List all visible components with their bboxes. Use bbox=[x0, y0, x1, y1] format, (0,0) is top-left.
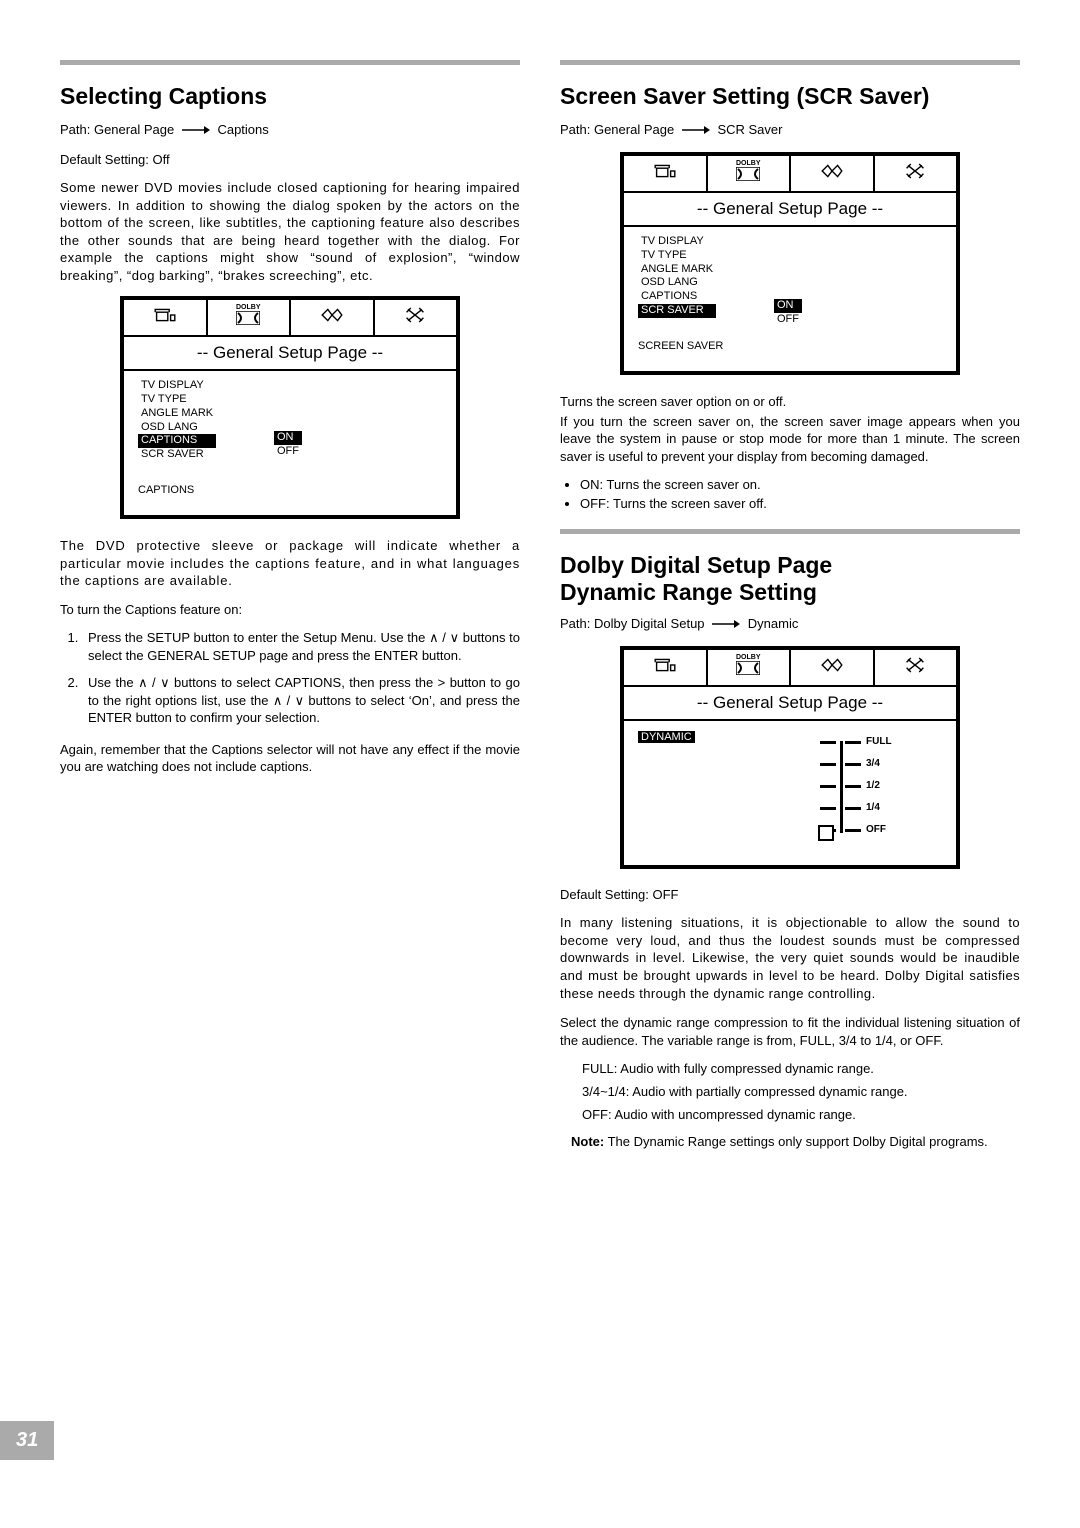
value-on: ON bbox=[274, 431, 302, 445]
path-prefix: Path: General Page bbox=[60, 122, 174, 137]
arrow-icon bbox=[712, 617, 740, 632]
paragraph: The DVD protective sleeve or package wil… bbox=[60, 537, 520, 590]
osd-body: TV DISPLAY TV TYPE ANGLE MARK OSD LANG C… bbox=[624, 227, 956, 371]
step-1: Press the SETUP button to enter the Setu… bbox=[82, 629, 520, 664]
osd-dynamic: DOLBY -- General Setup Page -- DYNAMIC bbox=[620, 646, 960, 869]
intro-paragraph: Some newer DVD movies include closed cap… bbox=[60, 179, 520, 284]
slider-label: 1/2 bbox=[866, 780, 880, 791]
bullet-off: OFF: Turns the screen saver off. bbox=[580, 496, 1020, 511]
paragraph: To turn the Captions feature on: bbox=[60, 602, 520, 617]
osd-tabs: DOLBY bbox=[124, 300, 456, 337]
slider-label: FULL bbox=[866, 736, 892, 747]
path-prefix: Path: General Page bbox=[560, 122, 674, 137]
indent-list: FULL: Audio with fully compressed dynami… bbox=[560, 1061, 1020, 1122]
tab-preference-icon bbox=[875, 650, 957, 685]
right-column: Screen Saver Setting (SCR Saver) Path: G… bbox=[560, 60, 1020, 1460]
bullet-on: ON: Turns the screen saver on. bbox=[580, 477, 1020, 492]
heading-dolby: Dolby Digital Setup PageDynamic Range Se… bbox=[560, 552, 1020, 606]
page-footer: 31 bbox=[0, 1421, 54, 1460]
path-captions: Path: General Page Captions bbox=[60, 122, 520, 138]
tab-general-icon bbox=[624, 650, 708, 685]
bullets: ON: Turns the screen saver on. OFF: Turn… bbox=[560, 477, 1020, 511]
slider-label: OFF bbox=[866, 824, 886, 835]
menu-item: SCR SAVER bbox=[138, 448, 216, 462]
osd-scr-saver: DOLBY -- General Setup Page -- TV DISPLA… bbox=[620, 152, 960, 375]
path-prefix: Path: Dolby Digital Setup bbox=[560, 616, 705, 631]
menu-item: ANGLE MARK bbox=[138, 407, 216, 421]
tab-preference-icon bbox=[375, 300, 457, 335]
path-suffix: Dynamic bbox=[748, 616, 799, 631]
slider-knob bbox=[818, 825, 834, 841]
tab-video-icon bbox=[791, 156, 875, 191]
paragraph: If you turn the screen saver on, the scr… bbox=[560, 413, 1020, 466]
osd-body: TV DISPLAY TV TYPE ANGLE MARK OSD LANG C… bbox=[124, 371, 456, 515]
menu-item: OSD LANG bbox=[138, 421, 216, 435]
arrow-icon bbox=[682, 123, 710, 138]
menu-item: TV TYPE bbox=[638, 249, 716, 263]
path-dynamic: Path: Dolby Digital Setup Dynamic bbox=[560, 616, 1020, 632]
path-suffix: SCR Saver bbox=[717, 122, 782, 137]
menu-item: TV DISPLAY bbox=[138, 379, 216, 393]
menu-item: ANGLE MARK bbox=[638, 263, 716, 277]
path-scr-saver: Path: General Page SCR Saver bbox=[560, 122, 1020, 138]
paragraph: In many listening situations, it is obje… bbox=[560, 914, 1020, 1002]
value-off: OFF bbox=[274, 445, 302, 459]
section-divider bbox=[560, 60, 1020, 65]
section-divider bbox=[60, 60, 520, 65]
indent-item: OFF: Audio with uncompressed dynamic ran… bbox=[582, 1107, 1020, 1122]
default-setting: Default Setting: OFF bbox=[560, 887, 1020, 902]
value-on: ON bbox=[774, 299, 802, 313]
arrow-icon bbox=[182, 123, 210, 138]
dynamic-slider: FULL 3/4 1/2 1/4 OFF bbox=[796, 737, 916, 837]
note: Note: The Dynamic Range settings only su… bbox=[560, 1134, 1020, 1149]
tab-general-icon bbox=[624, 156, 708, 191]
tab-dolby-icon: DOLBY bbox=[208, 300, 292, 335]
osd-captions: DOLBY -- General Setup Page -- TV DISPLA… bbox=[120, 296, 460, 519]
osd-title: -- General Setup Page -- bbox=[624, 193, 956, 227]
menu-item-selected: CAPTIONS bbox=[138, 434, 216, 448]
tab-preference-icon bbox=[875, 156, 957, 191]
osd-footer-label: CAPTIONS bbox=[138, 462, 442, 498]
page-number: 31 bbox=[0, 1421, 54, 1460]
step-2: Use the ∧ / ∨ buttons to select CAPTIONS… bbox=[82, 674, 520, 727]
heading-scr-saver: Screen Saver Setting (SCR Saver) bbox=[560, 83, 1020, 110]
tab-video-icon bbox=[291, 300, 375, 335]
paragraph: Again, remember that the Captions select… bbox=[60, 741, 520, 776]
section-divider bbox=[560, 529, 1020, 534]
value-off: OFF bbox=[774, 313, 802, 327]
menu-item-selected: SCR SAVER bbox=[638, 304, 716, 318]
paragraph: Turns the screen saver option on or off. bbox=[560, 393, 1020, 411]
slider-label: 1/4 bbox=[866, 802, 880, 813]
paragraph: Select the dynamic range compression to … bbox=[560, 1014, 1020, 1049]
osd-body: DYNAMIC FULL 3/4 1/2 1/4 OFF bbox=[624, 721, 956, 865]
menu-item-selected: DYNAMIC bbox=[638, 731, 695, 743]
indent-item: 3/4~1/4: Audio with partially compressed… bbox=[582, 1084, 1020, 1099]
menu-item: OSD LANG bbox=[638, 276, 716, 290]
left-column: Selecting Captions Path: General Page Ca… bbox=[60, 60, 520, 1460]
indent-item: FULL: Audio with fully compressed dynami… bbox=[582, 1061, 1020, 1076]
tab-video-icon bbox=[791, 650, 875, 685]
steps-list: Press the SETUP button to enter the Setu… bbox=[60, 629, 520, 727]
menu-item: TV TYPE bbox=[138, 393, 216, 407]
osd-title: -- General Setup Page -- bbox=[624, 687, 956, 721]
heading-captions: Selecting Captions bbox=[60, 83, 520, 110]
path-suffix: Captions bbox=[217, 122, 268, 137]
osd-tabs: DOLBY bbox=[624, 650, 956, 687]
tab-dolby-icon: DOLBY bbox=[708, 156, 792, 191]
menu-item: CAPTIONS bbox=[638, 290, 716, 304]
default-setting: Default Setting: Off bbox=[60, 152, 520, 167]
tab-dolby-icon: DOLBY bbox=[708, 650, 792, 685]
menu-item: TV DISPLAY bbox=[638, 235, 716, 249]
slider-label: 3/4 bbox=[866, 758, 880, 769]
osd-tabs: DOLBY bbox=[624, 156, 956, 193]
osd-title: -- General Setup Page -- bbox=[124, 337, 456, 371]
tab-general-icon bbox=[124, 300, 208, 335]
